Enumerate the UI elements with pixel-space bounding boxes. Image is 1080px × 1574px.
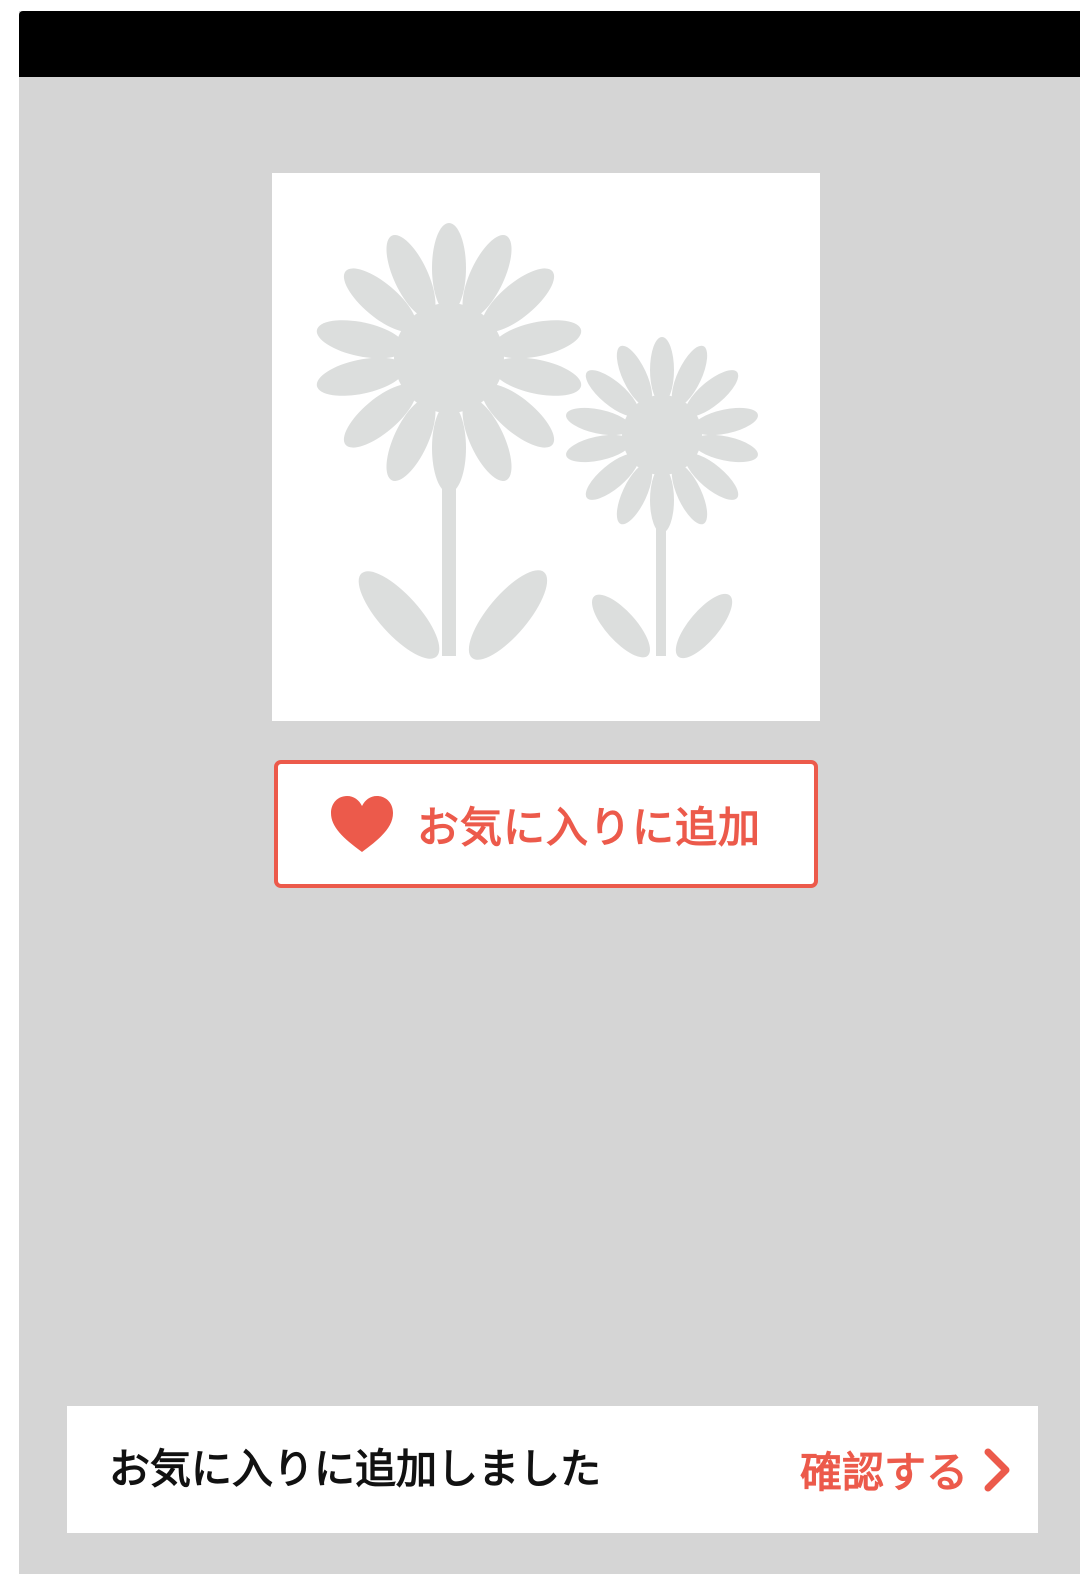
- add-to-favorites-label: お気に入りに追加: [416, 802, 761, 852]
- flowers-placeholder-icon: [316, 223, 758, 660]
- favorite-added-toast: お気に入りに追加しました 確認する: [67, 1406, 1038, 1533]
- app-screen: お気に入りに追加 お気に入りに追加しました 確認する: [19, 11, 1080, 1574]
- confirm-link[interactable]: 確認する: [800, 1406, 1012, 1533]
- confirm-label: 確認する: [799, 1448, 968, 1497]
- chevron-right-icon: [982, 1448, 1012, 1492]
- toast-message: お気に入りに追加しました: [109, 1445, 601, 1493]
- add-to-favorites-button[interactable]: お気に入りに追加: [274, 760, 818, 888]
- product-image: [272, 173, 820, 721]
- top-bar: [19, 11, 1080, 77]
- heart-icon: [330, 796, 393, 852]
